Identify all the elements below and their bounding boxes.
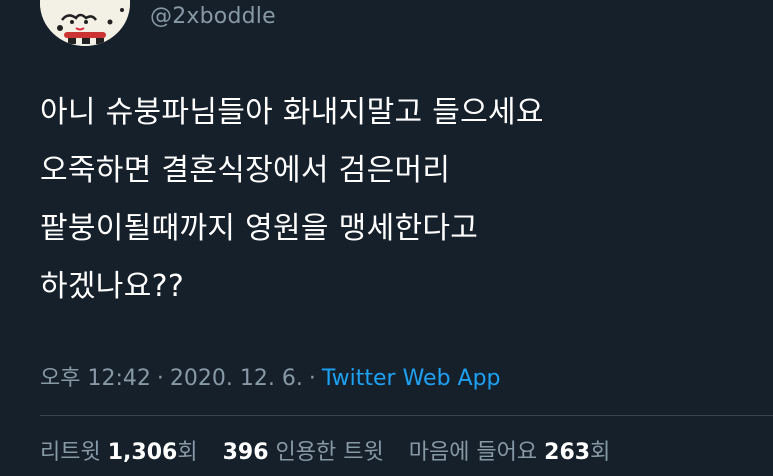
tweet-date: 2020. 12. 6. (169, 366, 303, 391)
quotes-stat[interactable]: 396 인용한 트윗 (223, 440, 384, 465)
separator: · (308, 366, 316, 391)
likes-label: 마음에 들어요 (408, 440, 538, 465)
tweet-source-link[interactable]: Twitter Web App (322, 366, 501, 391)
likes-suffix: 회 (590, 440, 611, 465)
cartoon-character-avatar-icon (40, 0, 130, 46)
tweet-text-line: 팥붕이될때까지 영원을 맹세한다고 (40, 211, 479, 246)
time-ampm: 오후 (40, 366, 81, 391)
likes-count: 263 (544, 440, 591, 465)
divider (40, 415, 773, 416)
tweet-text: 아니 슈붕파님들아 화내지말고 들으세요 오죽하면 결혼식장에서 검은머리 팥붕… (40, 84, 740, 316)
tweet-text-line: 하겠나요?? (40, 269, 185, 304)
tweet-timestamp[interactable]: 오후 12:42 · 2020. 12. 6. (40, 366, 303, 391)
separator: · (156, 366, 164, 391)
author-handle[interactable]: @2xboddle (150, 4, 276, 29)
tweet-text-line: 아니 슈붕파님들아 화내지말고 들으세요 (40, 95, 544, 130)
tweet-text-line: 오죽하면 결혼식장에서 검은머리 (40, 153, 451, 188)
quotes-label: 인용한 트윗 (275, 440, 384, 465)
retweets-count: 1,306 (107, 440, 178, 465)
tweet-stats: 리트윗 1,306회 396 인용한 트윗 마음에 들어요 263회 (40, 434, 628, 466)
tweet-metadata: 오후 12:42 · 2020. 12. 6. · Twitter Web App (40, 360, 501, 392)
quotes-count: 396 (222, 440, 269, 465)
retweets-stat[interactable]: 리트윗 1,306회 (40, 440, 198, 465)
time-value: 12:42 (87, 366, 151, 391)
retweets-suffix: 회 (177, 440, 198, 465)
avatar[interactable] (40, 0, 130, 46)
likes-stat[interactable]: 마음에 들어요 263회 (409, 440, 611, 465)
retweets-label: 리트윗 (40, 440, 101, 465)
